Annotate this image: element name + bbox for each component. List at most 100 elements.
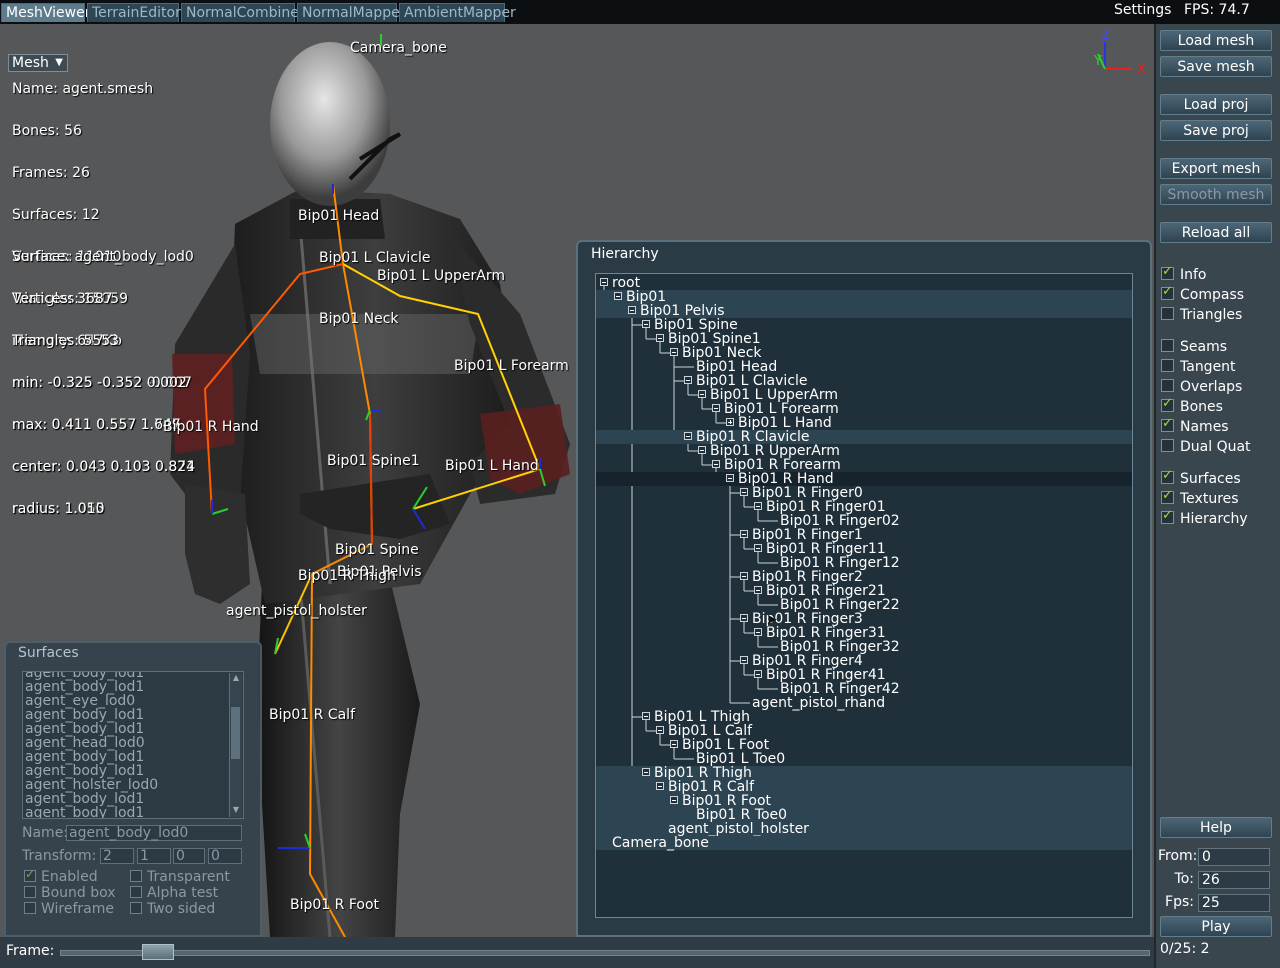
tab-normalmapper[interactable]: NormalMapper	[297, 3, 405, 22]
frame-slider[interactable]	[60, 950, 1150, 956]
transparent-checkbox[interactable]: Transparent	[130, 869, 230, 885]
collapse-icon[interactable]	[740, 530, 748, 538]
collapse-icon[interactable]	[754, 628, 762, 636]
collapse-icon[interactable]	[754, 670, 762, 678]
collapse-icon[interactable]	[740, 656, 748, 664]
collapse-icon[interactable]	[670, 348, 678, 356]
wireframe-checkbox[interactable]: Wireframe	[24, 901, 114, 917]
load-proj-button[interactable]: Load proj	[1160, 94, 1272, 115]
enabled-checkbox[interactable]: Enabled	[24, 867, 98, 885]
tree-node[interactable]: Bip01 R Finger4	[596, 654, 1132, 668]
collapse-icon[interactable]	[656, 726, 664, 734]
list-item[interactable]: agent_body_lod1	[23, 806, 229, 818]
collapse-icon[interactable]	[670, 740, 678, 748]
tree-node[interactable]: Bip01 Pelvis	[596, 304, 1132, 318]
list-item[interactable]: agent_head_lod0	[23, 736, 229, 750]
scroll-down-icon[interactable]: ▼	[230, 805, 242, 817]
tree-node[interactable]: Bip01 R Finger1	[596, 528, 1132, 542]
collapse-icon[interactable]	[726, 474, 734, 482]
tree-node[interactable]: Camera_bone	[596, 836, 1132, 850]
collapse-icon[interactable]	[642, 712, 650, 720]
tree-node[interactable]: Bip01 Neck	[596, 346, 1132, 360]
collapse-icon[interactable]	[740, 614, 748, 622]
scroll-thumb[interactable]	[231, 707, 240, 759]
collapse-icon[interactable]	[614, 292, 622, 300]
tree-node[interactable]: Bip01 R Clavicle	[596, 430, 1132, 444]
info-checkbox[interactable]: Info	[1161, 264, 1207, 283]
frame-slider-thumb[interactable]	[142, 944, 174, 960]
collapse-icon[interactable]	[698, 390, 706, 398]
tree-node[interactable]: Bip01 R Hand	[596, 472, 1132, 486]
collapse-icon[interactable]	[754, 502, 762, 510]
hierarchy-tree[interactable]: root Bip01 Bip01 Pelvis Bip01 Spine Bip01 Sp…	[595, 273, 1133, 918]
transform-field[interactable]: 2	[100, 848, 134, 864]
tree-node[interactable]: Bip01 R Foot	[596, 794, 1132, 808]
tree-node[interactable]: Bip01 R Thigh	[596, 766, 1132, 780]
tree-node[interactable]: Bip01 R Finger11	[596, 542, 1132, 556]
collapse-icon[interactable]	[684, 432, 692, 440]
collapse-icon[interactable]	[698, 446, 706, 454]
scroll-up-icon[interactable]: ▲	[230, 673, 242, 685]
tree-node[interactable]: Bip01	[596, 290, 1132, 304]
reload-all-button[interactable]: Reload all	[1160, 222, 1272, 243]
tree-node[interactable]: Bip01 L Clavicle	[596, 374, 1132, 388]
settings-button[interactable]: Settings	[1114, 2, 1171, 18]
surfaces-checkbox[interactable]: Surfaces	[1161, 468, 1241, 487]
collapse-icon[interactable]	[712, 460, 720, 468]
transform-field[interactable]: 0	[208, 848, 242, 864]
from-field[interactable]: 0	[1198, 848, 1270, 866]
tab-terraineditor[interactable]: TerrainEditor	[87, 3, 181, 22]
tree-node[interactable]: Bip01 R Finger21	[596, 584, 1132, 598]
collapse-icon[interactable]	[754, 586, 762, 594]
surfaces-list[interactable]: agent_body_lod1 agent_body_lod1 agent_ey…	[22, 671, 244, 819]
to-field[interactable]: 26	[1198, 871, 1270, 889]
tab-ambientmapper[interactable]: AmbientMapper	[399, 3, 516, 22]
tree-node[interactable]: Bip01 R Forearm	[596, 458, 1132, 472]
export-mesh-button[interactable]: Export mesh	[1160, 158, 1272, 179]
tree-node[interactable]: root	[596, 276, 1132, 290]
names-checkbox[interactable]: Names	[1161, 416, 1229, 435]
list-item[interactable]: agent_body_lod1	[23, 722, 229, 736]
surface-name-field[interactable]: agent_body_lod0	[66, 825, 242, 841]
tree-node[interactable]: Bip01 L Forearm	[596, 402, 1132, 416]
textures-checkbox[interactable]: Textures	[1161, 488, 1239, 507]
collapse-icon[interactable]	[754, 544, 762, 552]
save-mesh-button[interactable]: Save mesh	[1160, 56, 1272, 77]
dual-quat-checkbox[interactable]: Dual Quat	[1161, 439, 1251, 455]
tree-node[interactable]: Bip01 L Hand	[596, 416, 1132, 430]
tree-node[interactable]: Bip01 R UpperArm	[596, 444, 1132, 458]
transform-field[interactable]: 1	[137, 848, 171, 864]
seams-checkbox[interactable]: Seams	[1161, 339, 1227, 355]
play-button[interactable]: Play	[1160, 916, 1272, 937]
tree-node[interactable]: Bip01 R Finger3	[596, 612, 1132, 626]
tree-node[interactable]: Bip01 R Finger0	[596, 486, 1132, 500]
overlaps-checkbox[interactable]: Overlaps	[1161, 379, 1242, 395]
collapse-icon[interactable]	[656, 782, 664, 790]
triangles-checkbox[interactable]: Triangles	[1161, 307, 1242, 323]
tree-node[interactable]: Bip01 L Calf	[596, 724, 1132, 738]
fps-field[interactable]: 25	[1198, 894, 1270, 912]
list-scrollbar[interactable]: ▲ ▼	[229, 673, 242, 817]
smooth-mesh-button[interactable]: Smooth mesh	[1160, 184, 1272, 205]
tree-node[interactable]: Bip01 L UpperArm	[596, 388, 1132, 402]
save-proj-button[interactable]: Save proj	[1160, 120, 1272, 141]
tree-node[interactable]: Bip01 R Finger12	[596, 556, 1132, 570]
collapse-icon[interactable]	[684, 376, 692, 384]
tree-node[interactable]: Bip01 R Toe0	[596, 808, 1132, 822]
tab-normalcombiner[interactable]: NormalCombiner	[181, 3, 305, 22]
bones-checkbox[interactable]: Bones	[1161, 396, 1223, 415]
collapse-icon[interactable]	[656, 334, 664, 342]
list-item[interactable]: agent_body_lod1	[23, 708, 229, 722]
tree-node[interactable]: Bip01 Spine	[596, 318, 1132, 332]
tree-node[interactable]: Bip01 R Calf	[596, 780, 1132, 794]
collapse-icon[interactable]	[600, 278, 608, 286]
tree-node[interactable]: Bip01 R Finger42	[596, 682, 1132, 696]
tree-node[interactable]: agent_pistol_holster	[596, 822, 1132, 836]
alpha-test-checkbox[interactable]: Alpha test	[130, 885, 218, 901]
tree-node[interactable]: Bip01 R Finger02	[596, 514, 1132, 528]
tree-node[interactable]: Bip01 L Toe0	[596, 752, 1132, 766]
tab-meshviewer[interactable]: MeshViewer	[1, 3, 90, 22]
tree-node[interactable]: Bip01 R Finger32	[596, 640, 1132, 654]
collapse-icon[interactable]	[740, 488, 748, 496]
collapse-icon[interactable]	[642, 320, 650, 328]
